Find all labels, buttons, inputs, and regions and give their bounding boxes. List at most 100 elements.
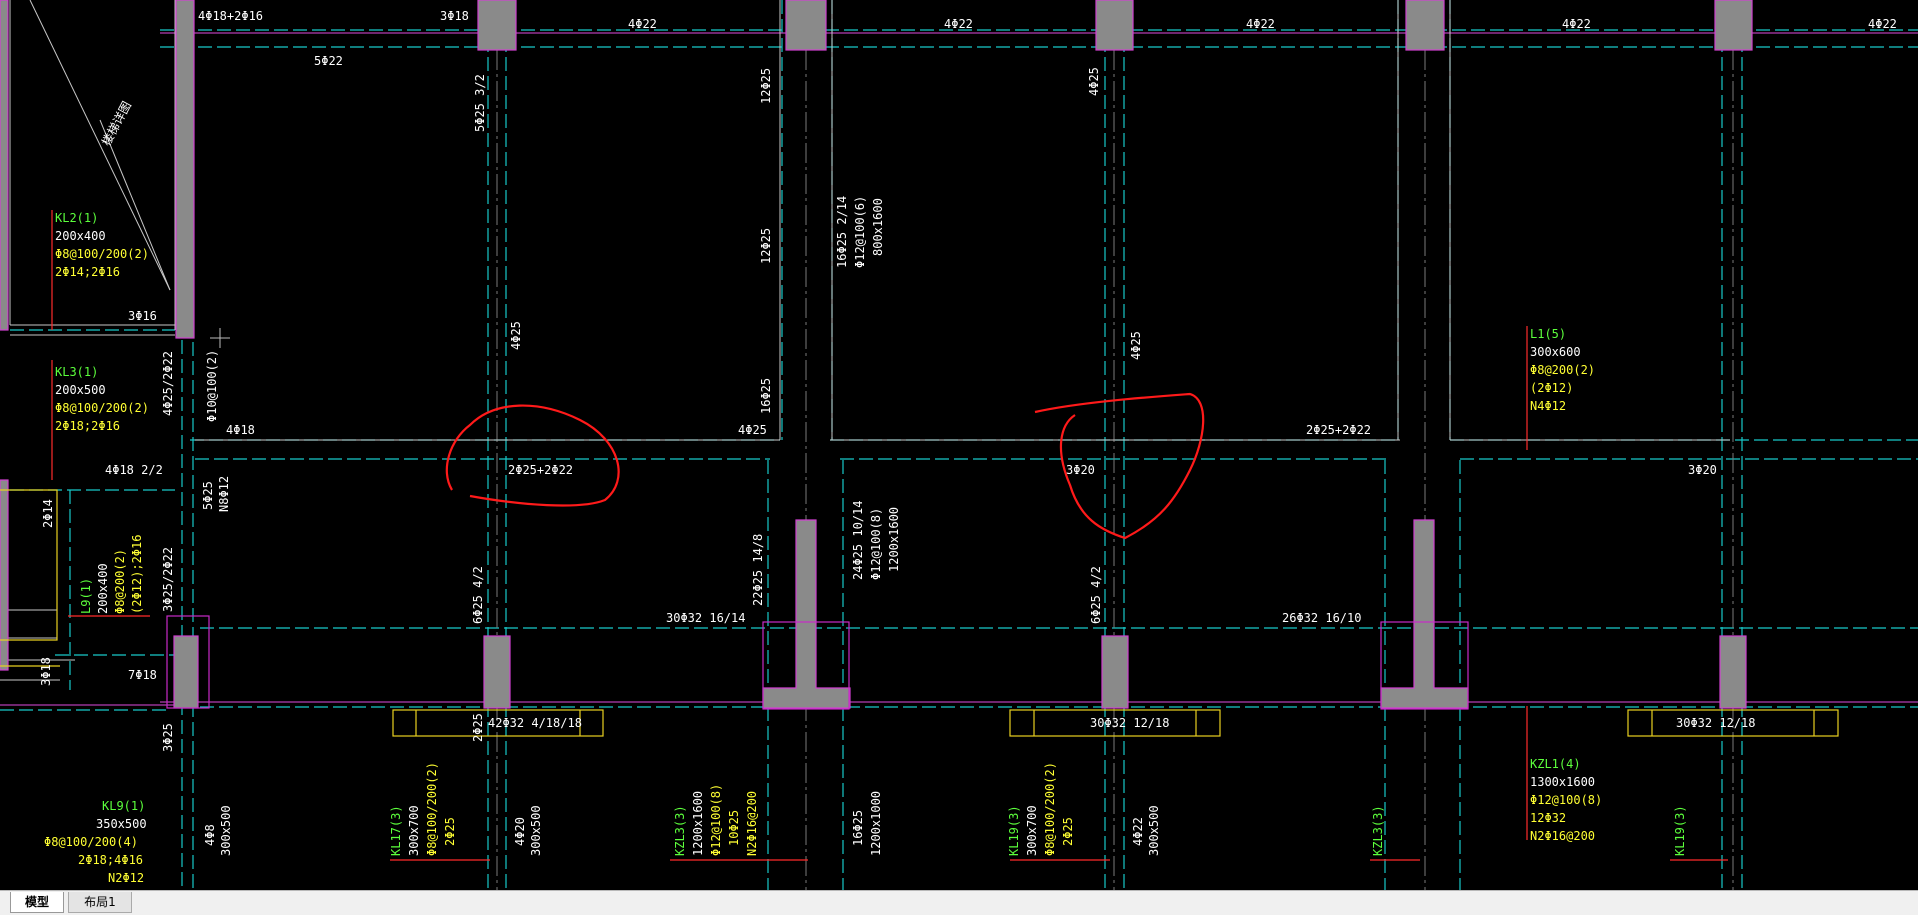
kl9-size: 350x500 bbox=[96, 817, 147, 831]
kzl1-bars: 12Φ32 bbox=[1530, 811, 1567, 825]
tab-model[interactable]: 模型 bbox=[10, 892, 64, 913]
v-label-phi12-100-6: Φ12@100(6) bbox=[853, 195, 867, 268]
kl3-bars: 2Φ18;2Φ16 bbox=[55, 419, 121, 433]
structural-plan-drawing bbox=[0, 0, 1918, 890]
v-label-n2phi16-a: N2Φ16@200 bbox=[745, 790, 759, 856]
kl3-size: 200x500 bbox=[55, 383, 106, 397]
v-label-5phi25: 5Φ25 3/2 bbox=[473, 74, 487, 132]
v-label-6phi25-42-a: 6Φ25 4/2 bbox=[471, 566, 485, 624]
l9-stirrup: Φ8@200(2) bbox=[113, 548, 127, 614]
columns bbox=[0, 0, 1753, 709]
rebar-2phi25-2phi22-right: 2Φ25+2Φ22 bbox=[1306, 423, 1372, 437]
l1-stirrup: Φ8@200(2) bbox=[1530, 363, 1596, 377]
kzl1-stirrup: Φ12@100(8) bbox=[1530, 793, 1603, 807]
top-rebar-4phi22-d: 4Φ22 bbox=[1562, 17, 1591, 31]
v-label-300x500-a: 300x500 bbox=[219, 805, 233, 856]
v-label-300x700-a: 300x700 bbox=[407, 805, 421, 856]
v-label-2phi25-a: 2Φ25 bbox=[443, 817, 457, 846]
v-label-phi8-b: Φ8@100/200(2) bbox=[1043, 762, 1057, 856]
v-label-800x1600: 800x1600 bbox=[871, 198, 885, 256]
v-label-phi10: Φ10@100(2) bbox=[205, 349, 219, 422]
beam-axis-lines bbox=[0, 0, 1918, 890]
rebar-7phi18: 7Φ18 bbox=[128, 668, 157, 682]
l1-bars: (2Φ12) bbox=[1530, 381, 1574, 395]
v-label-16phi25-214: 16Φ25 2/14 bbox=[835, 195, 849, 268]
v-label-22phi25-148: 22Φ25 14/8 bbox=[751, 533, 765, 606]
v-label-2phi25: 2Φ25 bbox=[471, 713, 485, 742]
v-label-2phi14: 2Φ14 bbox=[41, 499, 55, 528]
v-label-16phi25-b: 16Φ25 bbox=[851, 809, 865, 846]
v-label-1200x1600-b: 1200x1600 bbox=[691, 790, 705, 856]
kl9-n: N2Φ12 bbox=[108, 871, 145, 885]
top-rebar-4phi22-e: 4Φ22 bbox=[1868, 17, 1897, 31]
rebar-3phi20-right: 3Φ20 bbox=[1688, 463, 1717, 477]
rebar-4phi25-mid: 4Φ25 bbox=[738, 423, 767, 437]
slab-edge-lines bbox=[0, 0, 1730, 681]
v-label-kl19-a: KL19(3) bbox=[1007, 805, 1021, 856]
v-label-10phi25: 10Φ25 bbox=[727, 809, 741, 846]
v-label-6phi25-42-b: 6Φ25 4/2 bbox=[1089, 566, 1103, 624]
rebar-3phi20-mid: 3Φ20 bbox=[1066, 463, 1095, 477]
kl3-name: KL3(1) bbox=[55, 365, 99, 379]
v-label-phi12-b: Φ12@100(8) bbox=[709, 783, 723, 856]
rebar-3phi16: 3Φ16 bbox=[128, 309, 157, 323]
kzl1-name: KZL1(4) bbox=[1530, 757, 1581, 771]
rebar-30phi32-1218-a: 30Φ32 12/18 bbox=[1090, 716, 1170, 730]
v-label-4phi20: 4Φ20 bbox=[513, 817, 527, 846]
l1-n: N4Φ12 bbox=[1530, 399, 1567, 413]
kl9-bars: 2Φ18;4Φ16 bbox=[78, 853, 144, 867]
v-label-12phi25-a: 12Φ25 bbox=[759, 67, 773, 104]
v-label-4phi25-top: 4Φ25 bbox=[1087, 67, 1101, 96]
l9-size: 200x400 bbox=[96, 563, 110, 614]
l1-size: 300x600 bbox=[1530, 345, 1581, 359]
rebar-4phi18-22: 4Φ18 2/2 bbox=[105, 463, 163, 477]
v-label-4phi25-mid: 4Φ25 bbox=[509, 321, 523, 350]
v-label-3phi25: 3Φ25 bbox=[161, 723, 175, 752]
v-label-5phi25: 5Φ25 bbox=[201, 481, 215, 510]
top-rebar-4phi22-c: 4Φ22 bbox=[1246, 17, 1275, 31]
v-label-1200x1600: 1200x1600 bbox=[887, 506, 901, 572]
top-rebar-5phi22: 5Φ22 bbox=[314, 54, 343, 68]
kzl1-size: 1300x1600 bbox=[1530, 775, 1596, 789]
v-label-4phi8: 4Φ8 bbox=[203, 824, 217, 846]
section-marks bbox=[0, 489, 1839, 737]
cursor-crosshair bbox=[210, 328, 230, 348]
kzl1-n: N2Φ16@200 bbox=[1530, 829, 1596, 843]
v-label-3phi18: 3Φ18 bbox=[39, 657, 53, 686]
top-rebar-3phi18: 3Φ18 bbox=[440, 9, 469, 23]
kl2-stirrup: Φ8@100/200(2) bbox=[55, 247, 149, 261]
beam-outline-lines bbox=[0, 0, 1918, 706]
kl3-stirrup: Φ8@100/200(2) bbox=[55, 401, 149, 415]
v-label-phi12-100-8: Φ12@100(8) bbox=[869, 507, 883, 580]
kl9-name: KL9(1) bbox=[102, 799, 146, 813]
top-rebar-4phi22-b: 4Φ22 bbox=[944, 17, 973, 31]
kl9-stirrup: Φ8@100/200(4) bbox=[44, 835, 138, 849]
v-label-n8phi12: N8Φ12 bbox=[217, 475, 231, 512]
v-label-kl19-b: KL19(3) bbox=[1673, 805, 1687, 856]
v-label-4phi25-2phi22: 4Φ25/2Φ22 bbox=[161, 350, 175, 416]
cad-model-canvas[interactable]: 4Φ18+2Φ16 3Φ18 4Φ22 4Φ22 4Φ22 4Φ22 4Φ22 … bbox=[0, 0, 1918, 890]
l9-name: L9(1) bbox=[79, 577, 93, 614]
rebar-2phi25-2phi22-left: 2Φ25+2Φ22 bbox=[508, 463, 574, 477]
v-label-3phi25-2phi22: 3Φ25/2Φ22 bbox=[161, 546, 175, 612]
v-label-16phi25: 16Φ25 bbox=[759, 377, 773, 414]
v-label-4phi25-right: 4Φ25 bbox=[1129, 331, 1143, 360]
rebar-30phi32-1218-b: 30Φ32 12/18 bbox=[1676, 716, 1756, 730]
v-label-12phi25-b: 12Φ25 bbox=[759, 227, 773, 264]
top-left-rebar-label: 4Φ18+2Φ16 bbox=[198, 9, 264, 23]
v-label-kl17: KL17(3) bbox=[389, 805, 403, 856]
rebar-4phi18: 4Φ18 bbox=[226, 423, 255, 437]
layout-tab-bar: 模型 布局1 bbox=[0, 890, 1918, 915]
top-rebar-4phi22-a: 4Φ22 bbox=[628, 17, 657, 31]
v-label-300x500-c: 300x500 bbox=[1147, 805, 1161, 856]
v-label-4phi22: 4Φ22 bbox=[1131, 817, 1145, 846]
rebar-42phi32: 42Φ32 4/18/18 bbox=[488, 716, 582, 730]
tab-layout1[interactable]: 布局1 bbox=[68, 892, 132, 913]
rebar-26phi32-1610: 26Φ32 16/10 bbox=[1282, 611, 1362, 625]
kl2-bars: 2Φ14;2Φ16 bbox=[55, 265, 121, 279]
l9-bars: (2Φ12);2Φ16 bbox=[130, 534, 144, 614]
v-label-2phi25-b: 2Φ25 bbox=[1061, 817, 1075, 846]
v-label-1200x1000: 1200x1000 bbox=[869, 790, 883, 856]
v-label-300x500-b: 300x500 bbox=[529, 805, 543, 856]
v-label-phi8-a: Φ8@100/200(2) bbox=[425, 762, 439, 856]
